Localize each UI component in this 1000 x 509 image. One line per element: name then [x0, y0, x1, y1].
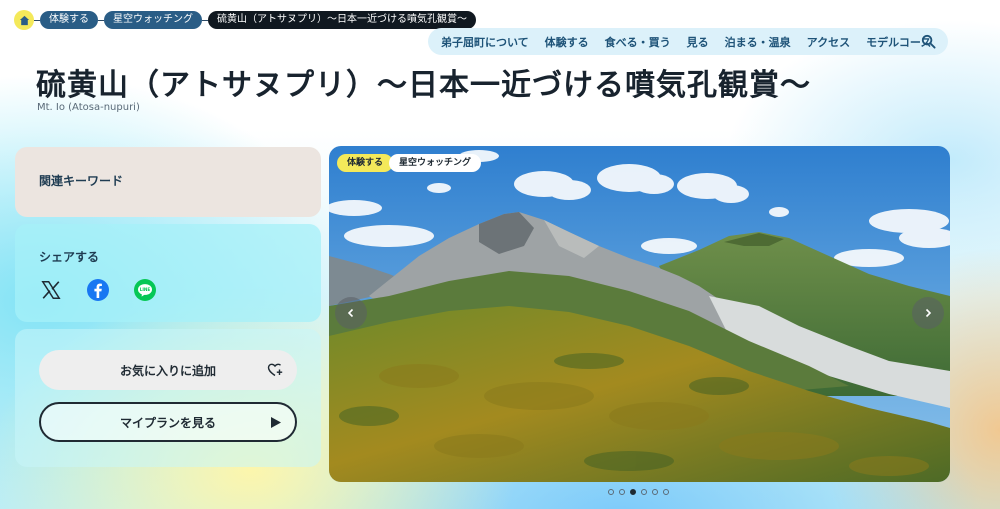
chevron-right-icon: [925, 308, 932, 318]
nav-item-eat-shop[interactable]: 食べる・買う: [605, 34, 671, 50]
carousel-dot[interactable]: [641, 489, 647, 495]
page-title: 硫黄山（アトサヌプリ）〜日本一近づける噴気孔観賞〜: [36, 68, 811, 103]
hero-carousel: 体験する 星空ウォッチング: [329, 146, 950, 482]
breadcrumb-item[interactable]: 体験する: [40, 11, 98, 29]
breadcrumb-item[interactable]: 星空ウォッチング: [104, 11, 202, 29]
carousel-dot[interactable]: [619, 489, 625, 495]
hero-tags: 体験する 星空ウォッチング: [337, 154, 482, 172]
carousel-dot[interactable]: [663, 489, 669, 495]
search-icon[interactable]: [921, 34, 936, 49]
share-card: シェアする LINE: [15, 224, 321, 322]
add-favorite-button[interactable]: お気に入りに追加: [39, 350, 297, 390]
share-label: シェアする: [39, 250, 100, 264]
carousel-dot-active[interactable]: [630, 489, 636, 495]
svg-text:LINE: LINE: [140, 287, 151, 292]
page-subtitle: Mt. Io (Atosa-nupuri): [37, 102, 140, 113]
keywords-label: 関連キーワード: [39, 174, 124, 188]
breadcrumb: 体験する 星空ウォッチング 硫黄山（アトサヌプリ）〜日本一近づける噴気孔観賞〜: [14, 10, 476, 30]
carousel-pagination: [608, 489, 674, 495]
actions-card: お気に入りに追加 マイプランを見る: [15, 329, 321, 467]
hero-photo: [329, 146, 950, 482]
play-arrow-icon: [271, 417, 281, 428]
carousel-dot[interactable]: [652, 489, 658, 495]
home-icon: [19, 15, 29, 25]
breadcrumb-current: 硫黄山（アトサヌプリ）〜日本一近づける噴気孔観賞〜: [208, 11, 476, 29]
global-nav: 弟子屈町について 体験する 食べる・買う 見る 泊まる・温泉 アクセス モデルコ…: [428, 28, 948, 55]
heart-plus-icon: [267, 363, 283, 377]
view-my-plan-label: マイプランを見る: [119, 415, 216, 430]
carousel-prev-button[interactable]: [335, 297, 367, 329]
breadcrumb-home[interactable]: [14, 10, 34, 30]
nav-item-stay-onsen[interactable]: 泊まる・温泉: [725, 34, 791, 50]
nav-item-access[interactable]: アクセス: [807, 34, 850, 50]
nav-item-experience[interactable]: 体験する: [545, 34, 589, 50]
hero-tag-experience[interactable]: 体験する: [337, 154, 394, 172]
nav-item-see[interactable]: 見る: [687, 34, 709, 50]
chevron-left-icon: [347, 308, 354, 318]
facebook-icon[interactable]: [86, 278, 110, 302]
add-favorite-label: お気に入りに追加: [119, 363, 216, 378]
carousel-next-button[interactable]: [912, 297, 944, 329]
line-icon[interactable]: LINE: [133, 278, 157, 302]
x-icon[interactable]: [39, 278, 63, 302]
keywords-card: 関連キーワード: [15, 147, 321, 217]
nav-item-about[interactable]: 弟子屈町について: [441, 34, 529, 50]
carousel-dot[interactable]: [608, 489, 614, 495]
hero-tag-stargazing[interactable]: 星空ウォッチング: [389, 154, 482, 172]
share-buttons: LINE: [39, 278, 297, 302]
view-my-plan-button[interactable]: マイプランを見る: [39, 402, 297, 442]
